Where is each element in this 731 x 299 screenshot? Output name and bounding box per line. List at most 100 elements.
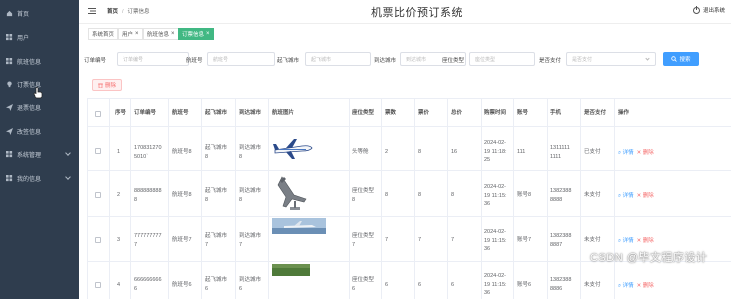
close-icon[interactable]: × bbox=[206, 31, 210, 37]
order-no: 777777777 7 bbox=[134, 233, 162, 248]
tab-bookings[interactable]: 订票信息 × bbox=[178, 28, 214, 40]
row-index: 3 bbox=[117, 237, 121, 243]
from-city: 起飞城市 6 bbox=[205, 277, 228, 292]
sidebar-item-label: 用户 bbox=[17, 35, 30, 42]
sidebar: 首页 用户 航班信息 订票信息 退票信息 改签信息 系统管理 我的信息 bbox=[0, 0, 79, 299]
sidebar-item-system[interactable]: 系统管理 bbox=[0, 143, 79, 165]
row-checkbox[interactable] bbox=[95, 192, 101, 198]
table-border bbox=[87, 216, 731, 217]
delete-button[interactable]: ✕ 删除 bbox=[637, 238, 654, 244]
seat-type-input[interactable]: 座位类型 bbox=[469, 52, 535, 66]
ticket-count: 7 bbox=[385, 237, 389, 243]
row-index: 1 bbox=[117, 149, 121, 155]
tab-flights[interactable]: 航班信息 × bbox=[143, 28, 179, 40]
order-no-input[interactable]: 订单编号 bbox=[117, 52, 189, 66]
table-border bbox=[349, 98, 350, 299]
table-border bbox=[87, 98, 88, 299]
sidebar-item-label: 航班信息 bbox=[17, 59, 42, 66]
delete-button[interactable]: ✕ 删除 bbox=[637, 150, 654, 156]
detail-button[interactable]: ⌕ 详情 bbox=[618, 238, 634, 244]
delete-label: 删除 bbox=[642, 283, 654, 289]
chevron-down-icon bbox=[65, 174, 71, 180]
row-checkbox[interactable] bbox=[95, 148, 101, 154]
sidebar-item-changes[interactable]: 改签信息 bbox=[0, 120, 79, 142]
row-actions: ⌕ 详情 ✕ 删除 bbox=[618, 281, 654, 290]
seat-type: 座位类型 7 bbox=[352, 233, 375, 248]
to-city: 到达城市 6 bbox=[239, 277, 262, 292]
search-icon bbox=[671, 56, 678, 62]
ticket-price: 8 bbox=[418, 192, 422, 198]
column-header: 手机 bbox=[550, 110, 562, 116]
purchase-time: 2024-02- 19 11:18: 25 bbox=[484, 140, 507, 163]
close-icon[interactable]: × bbox=[171, 31, 175, 37]
from-city: 起飞城市 8 bbox=[205, 188, 228, 203]
sidebar-item-users[interactable]: 用户 bbox=[0, 26, 79, 48]
home-icon bbox=[6, 10, 13, 16]
search-button[interactable]: 搜索 bbox=[663, 52, 699, 66]
batch-delete-button[interactable]: 删除 bbox=[92, 79, 122, 91]
column-header: 操作 bbox=[618, 110, 630, 116]
logout-button[interactable]: 退出系统 bbox=[692, 5, 725, 14]
table-border bbox=[130, 98, 131, 299]
detail-label: 详情 bbox=[622, 150, 634, 156]
top-bar: 首页 / 订票信息 机票比价预订系统 退出系统 bbox=[79, 0, 731, 24]
sidebar-item-profile[interactable]: 我的信息 bbox=[0, 167, 79, 189]
bulb-icon bbox=[7, 80, 12, 87]
delete-icon bbox=[97, 83, 103, 88]
flight-no: 航班号6 bbox=[172, 282, 192, 288]
flight-image bbox=[272, 218, 326, 234]
table-border bbox=[614, 98, 615, 299]
close-icon[interactable]: × bbox=[135, 31, 139, 37]
paid-status: 已支付 bbox=[584, 149, 601, 155]
ticket-price: 6 bbox=[418, 282, 422, 288]
from-city-label: 起飞城市 bbox=[277, 58, 300, 64]
tab-users[interactable]: 用户 × bbox=[118, 28, 143, 40]
ticket-count: 6 bbox=[385, 282, 389, 288]
tab-label: 航班信息 bbox=[147, 32, 170, 38]
ticket-price: 7 bbox=[418, 237, 422, 243]
seat-type: 座位类型 8 bbox=[352, 188, 375, 203]
delete-button[interactable]: ✕ 删除 bbox=[637, 283, 654, 289]
sidebar-item-home[interactable]: 首页 bbox=[0, 2, 79, 24]
table-border bbox=[414, 98, 415, 299]
send-icon bbox=[6, 127, 13, 135]
column-header: 账号 bbox=[517, 110, 529, 116]
sidebar-item-flights[interactable]: 航班信息 bbox=[0, 50, 79, 72]
page-title: 机票比价预订系统 bbox=[371, 7, 463, 19]
tab-label: 用户 bbox=[122, 32, 134, 38]
detail-button[interactable]: ⌕ 详情 bbox=[618, 150, 634, 156]
purchase-time: 2024-02- 19 11:15: 36 bbox=[484, 184, 507, 207]
menu-fold-icon[interactable] bbox=[88, 7, 96, 15]
detail-button[interactable]: ⌕ 详情 bbox=[618, 193, 634, 199]
delete-label: 删除 bbox=[642, 150, 654, 156]
flight-no: 航班号7 bbox=[172, 237, 192, 243]
sidebar-item-refunds[interactable]: 退票信息 bbox=[0, 96, 79, 118]
table-border bbox=[580, 98, 581, 299]
table-border bbox=[87, 126, 731, 127]
breadcrumb-home[interactable]: 首页 bbox=[107, 9, 118, 15]
paid-select[interactable]: 是否支付 bbox=[566, 52, 656, 66]
row-actions: ⌕ 详情 ✕ 删除 bbox=[618, 236, 654, 245]
from-city-input[interactable]: 起飞城市 bbox=[305, 52, 371, 66]
tab-label: 系统首页 bbox=[92, 32, 115, 38]
delete-label: 删除 bbox=[642, 193, 654, 199]
seat-type-label: 座位类型 bbox=[442, 58, 465, 64]
grid-icon bbox=[6, 33, 13, 40]
select-all-checkbox[interactable] bbox=[95, 111, 101, 117]
logout-label: 退出系统 bbox=[702, 8, 725, 14]
sidebar-item-label: 系统管理 bbox=[17, 152, 42, 159]
column-header: 票价 bbox=[418, 110, 430, 116]
row-checkbox[interactable] bbox=[95, 237, 101, 243]
order-no: 666666666 6 bbox=[134, 277, 162, 292]
hand-cursor-icon bbox=[33, 87, 43, 99]
tab-home[interactable]: 系统首页 bbox=[88, 28, 119, 40]
to-city: 到达城市 8 bbox=[239, 145, 262, 160]
delete-button[interactable]: ✕ 删除 bbox=[637, 193, 654, 199]
flight-no-input[interactable]: 航班号 bbox=[207, 52, 275, 66]
column-header: 订单编号 bbox=[134, 110, 157, 116]
table-border bbox=[168, 98, 169, 299]
row-checkbox[interactable] bbox=[95, 282, 101, 288]
detail-button[interactable]: ⌕ 详情 bbox=[618, 283, 634, 289]
detail-label: 详情 bbox=[622, 193, 634, 199]
column-header: 购票时间 bbox=[484, 110, 507, 116]
